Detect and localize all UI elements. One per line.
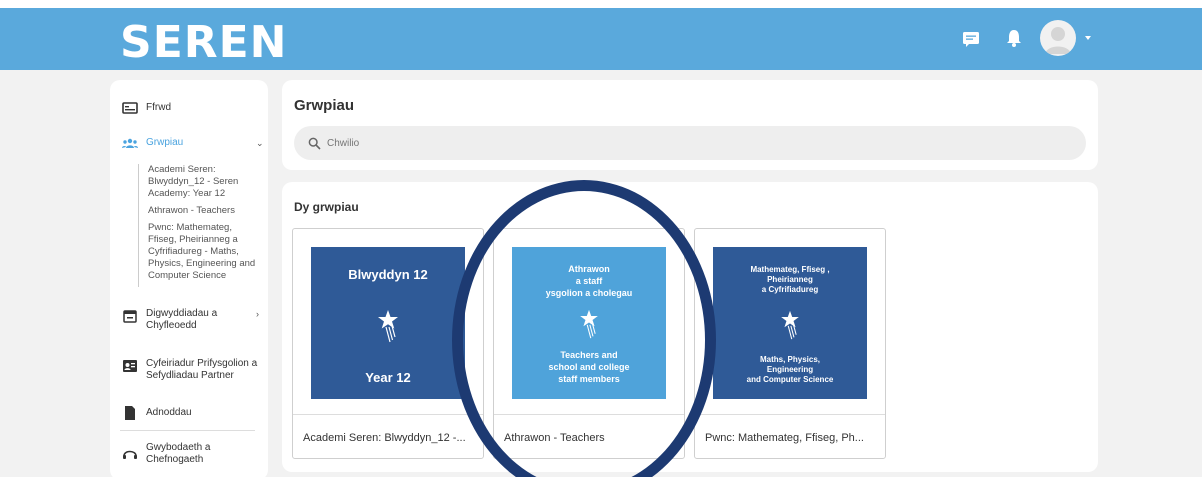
sublist-item[interactable]: Pwnc: Mathemateg, Ffiseg, Pheirianneg a … (148, 222, 263, 282)
page-title: Grwpiau (294, 97, 355, 114)
groups-header-card: Grwpiau (282, 80, 1098, 170)
calendar-icon (123, 310, 137, 323)
group-thumbnail: Athrawon a staff ysgolion a cholegau Tea… (512, 247, 666, 399)
sublist-item[interactable]: Academi Seren: Blwyddyn_12 - Seren Acade… (148, 164, 263, 200)
search-icon (308, 137, 321, 150)
message-icon[interactable] (962, 30, 980, 48)
group-card-label: Pwnc: Mathemateg, Ffiseg, Ph... (705, 432, 864, 444)
group-thumbnail: Blwyddyn 12 Year 12 (311, 247, 465, 399)
sidebar-item-events[interactable]: Digwyddiadau a Chyfleoedd (122, 308, 242, 332)
chevron-down-icon[interactable]: ⌄ (256, 138, 264, 149)
search-bar[interactable] (294, 126, 1086, 160)
card-divider (293, 414, 483, 415)
seren-logo[interactable]: SEREN (120, 17, 288, 68)
sublist-item[interactable]: Athrawon - Teachers (148, 205, 263, 217)
user-icon (1045, 27, 1071, 54)
group-card[interactable]: Athrawon a staff ysgolion a cholegau Tea… (493, 228, 685, 459)
my-groups-card: Dy grwpiau Blwyddyn 12 Year 12 Academi S… (282, 182, 1098, 472)
group-sublist: Academi Seren: Blwyddyn_12 - Seren Acade… (138, 164, 263, 287)
top-navbar: SEREN (0, 8, 1202, 70)
feed-icon (122, 102, 138, 114)
star-logo-icon (580, 309, 598, 339)
sidebar-item-support[interactable]: Gwybodaeth a Chefnogaeth (122, 442, 242, 466)
thumb-subtitle: Maths, Physics, Engineering and Computer… (746, 355, 834, 384)
groups-icon (122, 138, 138, 148)
group-card[interactable]: Mathemateg, Ffiseg , Pheirianneg a Cyfri… (694, 228, 886, 459)
card-divider (695, 414, 885, 415)
thumb-title: Mathemateg, Ffiseg , Pheirianneg a Cyfri… (750, 265, 830, 294)
main-content: Ffrwd Grwpiau ⌄ Academi Seren: Blwyddyn_… (0, 70, 1202, 477)
avatar[interactable] (1040, 20, 1076, 56)
star-logo-icon (781, 310, 799, 340)
sidebar-item-feed[interactable]: Ffrwd (122, 100, 171, 116)
caret-down-icon[interactable] (1083, 34, 1093, 42)
sidebar-item-groups[interactable]: Grwpiau (122, 135, 183, 151)
thumb-subtitle: Teachers and school and college staff me… (548, 350, 630, 384)
bell-icon[interactable] (1005, 28, 1023, 48)
sidebar-item-directory[interactable]: Cyfeiriadur Prifysgolion a Sefydliadau P… (122, 358, 262, 382)
support-icon (123, 450, 137, 459)
directory-icon (123, 360, 137, 372)
group-card-label: Academi Seren: Blwyddyn_12 -... (303, 432, 466, 444)
search-input[interactable] (327, 137, 927, 149)
file-icon (125, 406, 135, 420)
sidebar-item-label: Digwyddiadau a Chyfleoedd (146, 308, 218, 331)
sidebar: Ffrwd Grwpiau ⌄ Academi Seren: Blwyddyn_… (110, 80, 268, 477)
star-logo-icon (378, 310, 398, 343)
sidebar-divider (120, 430, 255, 431)
chevron-right-icon[interactable]: › (256, 309, 259, 319)
group-card-label: Athrawon - Teachers (504, 432, 605, 444)
sidebar-item-label: Gwybodaeth a Chefnogaeth (146, 442, 211, 465)
group-thumbnail: Mathemateg, Ffiseg , Pheirianneg a Cyfri… (713, 247, 867, 399)
sidebar-item-label: Cyfeiriadur Prifysgolion a Sefydliadau P… (146, 358, 258, 381)
thumb-title: Athrawon a staff ysgolion a cholegau (545, 264, 633, 298)
sidebar-item-label: Grwpiau (146, 137, 184, 148)
thumb-subtitle: Year 12 (365, 370, 411, 385)
group-card[interactable]: Blwyddyn 12 Year 12 Academi Seren: Blwyd… (292, 228, 484, 459)
sidebar-item-label: Ffrwd (146, 102, 171, 113)
card-divider (494, 414, 684, 415)
thumb-title: Blwyddyn 12 (348, 267, 428, 282)
sidebar-item-label: Adnoddau (146, 407, 192, 418)
top-strip (0, 0, 1202, 8)
sidebar-item-resources[interactable]: Adnoddau (122, 405, 192, 421)
section-title: Dy grwpiau (294, 200, 359, 214)
